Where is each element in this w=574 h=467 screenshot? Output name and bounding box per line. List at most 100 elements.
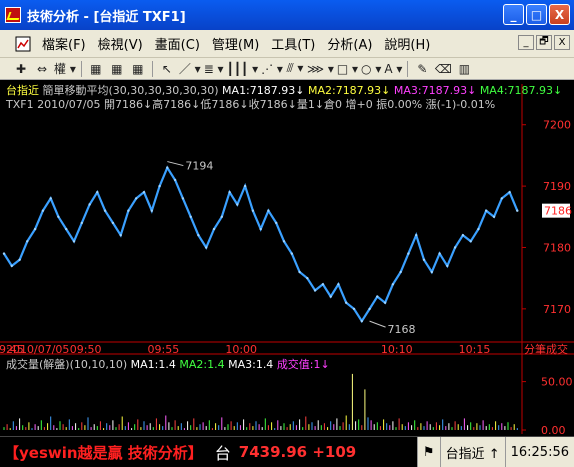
eraser-icon[interactable]: ⌫ — [434, 60, 452, 78]
price-point — [65, 227, 68, 231]
close-button[interactable]: X — [549, 4, 570, 25]
symbol-name[interactable]: 台指近 ↑ — [439, 437, 505, 467]
grid2-icon[interactable]: ▦ — [108, 60, 126, 78]
mdi-restore-button[interactable]: 🗗 — [536, 35, 552, 50]
info-segment: MA1:1.4 — [130, 358, 180, 371]
window-controls: _ □ X — [503, 4, 570, 25]
price-point — [72, 240, 76, 243]
price-point — [313, 289, 317, 292]
price-point — [383, 301, 387, 304]
price-point — [516, 209, 519, 212]
price-point — [469, 240, 472, 243]
price-point — [290, 252, 293, 255]
menu-analysis[interactable]: 分析(A) — [321, 34, 378, 53]
pointer-icon[interactable]: ↖ — [158, 60, 176, 78]
annotation-leader — [369, 320, 386, 328]
price-point — [500, 197, 503, 200]
price-point — [10, 264, 13, 268]
x-tick-label: 09:50 — [70, 343, 102, 356]
annotation-label: 7168 — [388, 323, 416, 336]
crosshair-icon[interactable]: ✚ — [12, 60, 30, 78]
price-point — [57, 215, 60, 218]
price-point — [127, 209, 130, 212]
price-point — [181, 197, 185, 200]
menu-screen[interactable]: 畫面(C) — [149, 34, 206, 53]
minimize-button[interactable]: _ — [503, 4, 524, 25]
y-tick-label: 7190 — [543, 180, 571, 193]
x-tick-label: 09:45 — [0, 343, 24, 356]
price-point — [485, 209, 488, 212]
menu-bar: 檔案(F) 檢視(V) 畫面(C) 管理(M) 工具(T) 分析(A) 說明(H… — [0, 30, 574, 58]
menu-tools[interactable]: 工具(T) — [265, 34, 321, 53]
rect-icon[interactable]: □ ▾ — [337, 60, 358, 78]
grid-icon[interactable]: ▦ — [87, 60, 105, 78]
ticker-symbol: 台 — [214, 444, 231, 463]
status-bar: 【yeswin越是贏 技術分析】 台 7439.96 +109 ⚑ 台指近 ↑ … — [0, 436, 574, 467]
price-point — [298, 270, 301, 274]
price-chart-svg: 717071807190720071862010/07/0509:4509:50… — [0, 84, 574, 437]
volume-info-line: 成交量(解盤)(10,10,10) MA1:1.4 MA2:1.4 MA3:1.… — [6, 356, 330, 372]
y-tick-label: 7170 — [543, 303, 571, 316]
menu-help[interactable]: 說明(H) — [378, 34, 436, 53]
price-point — [18, 258, 21, 261]
price-point — [158, 184, 161, 188]
price-point — [197, 234, 200, 237]
price-point — [477, 227, 480, 231]
clock: 16:25:56 — [504, 437, 574, 467]
palette-icon[interactable]: ▥ — [455, 60, 473, 78]
rights-select[interactable]: 權 ▾ — [54, 60, 76, 78]
price-point — [228, 191, 231, 194]
price-point — [220, 215, 223, 218]
channel-icon[interactable]: ≣ ▾ — [204, 60, 224, 78]
text-icon[interactable]: A ▾ — [384, 60, 402, 78]
document-chart-icon[interactable] — [14, 35, 32, 53]
y-tick-label: 7200 — [543, 119, 571, 132]
price-point — [430, 270, 433, 274]
price-point — [41, 209, 45, 212]
price-point — [150, 209, 153, 212]
annotation-leader — [167, 161, 184, 167]
pitchfork-icon[interactable]: ⋙ ▾ — [307, 60, 334, 78]
volume-tick-label: 0.00 — [541, 424, 566, 436]
remove-icon[interactable]: ⇔ — [33, 60, 51, 78]
price-point — [399, 270, 402, 274]
maximize-button[interactable]: □ — [526, 4, 547, 25]
chart-area[interactable]: 717071807190720071862010/07/0509:4509:50… — [0, 80, 574, 437]
price-point — [142, 191, 146, 194]
price-point — [166, 166, 169, 169]
price-point — [135, 197, 138, 200]
price-point — [259, 227, 262, 231]
price-point — [282, 240, 286, 243]
fan-icon[interactable]: ⋰ ▾ — [261, 60, 283, 78]
fib-icon[interactable]: ⫻ ▾ — [286, 60, 304, 78]
line-icon[interactable]: ／ ▾ — [179, 60, 201, 78]
toolbar-separator — [151, 60, 153, 77]
menu-view[interactable]: 檢視(V) — [92, 34, 149, 53]
price-point — [422, 258, 426, 261]
price-point — [26, 240, 29, 243]
drawing-toolbar: ✚ ⇔ 權 ▾ ▦ ▦ ▦ ↖ ／ ▾ ≣ ▾ ┃┃┃ ▾ ⋰ ▾ ⫻ ▾ ⋙ ▾ □ ▾ ○ ▾ A ▾ ✎ ⌫… — [0, 58, 574, 80]
x-tick-label: 09:55 — [148, 343, 180, 356]
price-point — [189, 215, 192, 218]
mdi-minimize-button[interactable]: _ — [518, 35, 534, 50]
grid3-icon[interactable]: ▦ — [129, 60, 147, 78]
marker-icon[interactable]: ✎ — [413, 60, 431, 78]
price-point — [205, 246, 208, 249]
price-point — [2, 252, 6, 255]
mdi-close-button[interactable]: X — [554, 35, 570, 50]
price-point — [173, 178, 177, 182]
ellipse-icon[interactable]: ○ ▾ — [361, 60, 381, 78]
price-point — [212, 227, 216, 231]
vlines-icon[interactable]: ┃┃┃ ▾ — [227, 60, 259, 78]
price-point — [376, 295, 379, 298]
price-point — [251, 209, 255, 212]
alert-icon[interactable]: ⚑ — [416, 437, 440, 467]
menu-file[interactable]: 檔案(F) — [36, 34, 92, 53]
x-tick-label: 10:10 — [381, 343, 413, 356]
info-segment: MA3:1.4 — [228, 358, 277, 371]
annotation-label: 7194 — [185, 160, 213, 173]
toolbar-separator — [80, 60, 82, 77]
y-tick-label: 7180 — [543, 241, 571, 254]
price-point — [88, 203, 91, 206]
menu-manage[interactable]: 管理(M) — [206, 34, 265, 53]
